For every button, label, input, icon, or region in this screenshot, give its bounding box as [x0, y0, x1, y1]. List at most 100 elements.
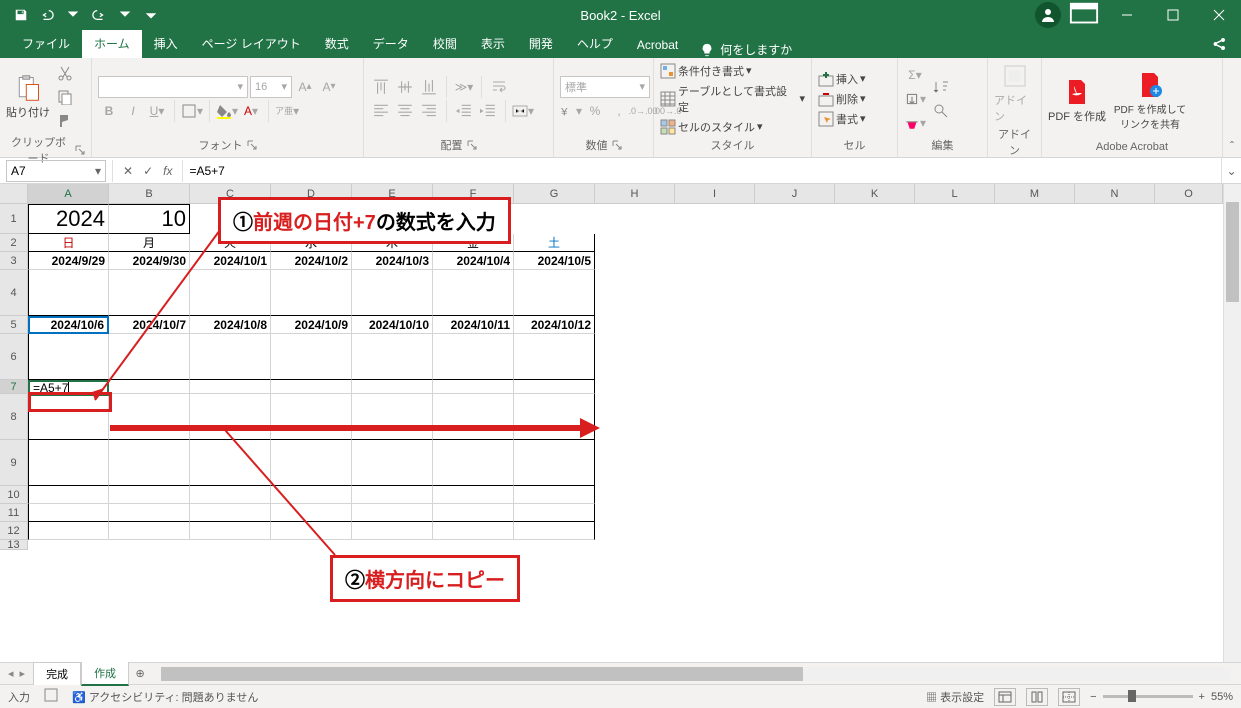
- merge-button[interactable]: ▾: [512, 100, 534, 122]
- increase-indent-button[interactable]: [477, 100, 499, 122]
- delete-cells-button[interactable]: 削除▾: [818, 91, 866, 107]
- undo-button[interactable]: [36, 4, 58, 26]
- autosum-button[interactable]: Σ▾: [904, 64, 926, 86]
- cell-e5[interactable]: 2024/10/10: [352, 316, 433, 334]
- col-header-a[interactable]: A: [28, 184, 109, 203]
- cell-e1[interactable]: [352, 204, 433, 234]
- cell-c6[interactable]: [190, 334, 271, 380]
- cell-g4[interactable]: [514, 270, 595, 316]
- col-header-b[interactable]: B: [109, 184, 190, 203]
- cells-area[interactable]: 2024 10 日 月 火 水 木 金 土 2024/9/29 2024/9/3…: [28, 204, 1223, 662]
- cell-e2[interactable]: 木: [352, 234, 433, 252]
- col-header-h[interactable]: H: [595, 184, 675, 203]
- cell-c8[interactable]: [190, 394, 271, 440]
- tab-view[interactable]: 表示: [469, 29, 517, 58]
- cell-a1[interactable]: 2024: [28, 204, 109, 234]
- cell-f5[interactable]: 2024/10/11: [433, 316, 514, 334]
- add-sheet-button[interactable]: ⊕: [129, 667, 151, 680]
- row-header-7[interactable]: 7: [0, 380, 27, 394]
- qat-customize[interactable]: [140, 4, 162, 26]
- cell-c5[interactable]: 2024/10/8: [190, 316, 271, 334]
- cell-c3[interactable]: 2024/10/1: [190, 252, 271, 270]
- cell-f3[interactable]: 2024/10/4: [433, 252, 514, 270]
- cell-e4[interactable]: [352, 270, 433, 316]
- cell-a3[interactable]: 2024/9/29: [28, 252, 109, 270]
- italic-button[interactable]: I: [122, 100, 144, 122]
- cell-f2[interactable]: 金: [433, 234, 514, 252]
- sheet-nav-first[interactable]: ◂: [8, 667, 14, 680]
- row-header-12[interactable]: 12: [0, 522, 27, 540]
- cell-a6[interactable]: [28, 334, 109, 380]
- col-header-g[interactable]: G: [514, 184, 595, 203]
- cell-a2[interactable]: 日: [28, 234, 109, 252]
- cell-g3[interactable]: 2024/10/5: [514, 252, 595, 270]
- col-header-i[interactable]: I: [675, 184, 755, 203]
- cell-f4[interactable]: [433, 270, 514, 316]
- row-header-4[interactable]: 4: [0, 270, 27, 316]
- col-header-d[interactable]: D: [271, 184, 352, 203]
- cell-g8[interactable]: [514, 394, 595, 440]
- col-header-e[interactable]: E: [352, 184, 433, 203]
- row-header-2[interactable]: 2: [0, 234, 27, 252]
- sheet-nav-last[interactable]: ▸: [20, 667, 26, 680]
- copy-button[interactable]: [54, 86, 76, 108]
- col-header-c[interactable]: C: [190, 184, 271, 203]
- cell-a4[interactable]: [28, 270, 109, 316]
- zoom-slider[interactable]: [1103, 695, 1193, 698]
- user-avatar[interactable]: [1035, 2, 1061, 28]
- tab-file[interactable]: ファイル: [10, 29, 82, 58]
- cell-d9[interactable]: [271, 440, 352, 486]
- tab-home[interactable]: ホーム: [82, 29, 142, 58]
- cell-d2[interactable]: 水: [271, 234, 352, 252]
- font-name-combo[interactable]: ▾: [98, 76, 248, 98]
- active-cell-editor[interactable]: =A5+7: [28, 380, 109, 396]
- row-header-11[interactable]: 11: [0, 504, 27, 522]
- redo-dropdown[interactable]: [114, 4, 136, 26]
- ribbon-display-options[interactable]: [1069, 4, 1099, 26]
- conditional-format-button[interactable]: 条件付き書式▾: [660, 63, 805, 79]
- row-header-13[interactable]: 13: [0, 540, 27, 550]
- cell-d8[interactable]: [271, 394, 352, 440]
- percent-button[interactable]: %: [584, 100, 606, 122]
- row-header-6[interactable]: 6: [0, 334, 27, 380]
- format-table-button[interactable]: テーブルとして書式設定▾: [660, 83, 805, 115]
- cell-f1[interactable]: [433, 204, 514, 234]
- increase-font-button[interactable]: A▴: [294, 76, 316, 98]
- col-header-n[interactable]: N: [1075, 184, 1155, 203]
- tab-page-layout[interactable]: ページ レイアウト: [190, 29, 313, 58]
- cell-d6[interactable]: [271, 334, 352, 380]
- cancel-formula-button[interactable]: ✕: [123, 164, 133, 178]
- addin-button[interactable]: アドイン: [994, 62, 1035, 124]
- font-color-button[interactable]: A▾: [240, 100, 262, 122]
- cut-button[interactable]: [54, 62, 76, 84]
- col-header-j[interactable]: J: [755, 184, 835, 203]
- zoom-out-button[interactable]: −: [1090, 691, 1096, 703]
- tab-insert[interactable]: 挿入: [142, 29, 190, 58]
- phonetic-button[interactable]: ア亜▾: [275, 100, 299, 122]
- cell-b5[interactable]: 2024/10/7: [109, 316, 190, 334]
- maximize-button[interactable]: [1151, 0, 1195, 30]
- clipboard-launcher[interactable]: [75, 145, 85, 155]
- minimize-button[interactable]: [1105, 0, 1149, 30]
- worksheet-grid[interactable]: A B C D E F G H I J K L M N O 1 2 3 4 5 …: [0, 184, 1241, 662]
- cell-a10[interactable]: [28, 486, 109, 504]
- tab-review[interactable]: 校閲: [421, 29, 469, 58]
- share-button[interactable]: [1197, 30, 1241, 58]
- bold-button[interactable]: B: [98, 100, 120, 122]
- cell-d3[interactable]: 2024/10/2: [271, 252, 352, 270]
- alignment-launcher[interactable]: [467, 140, 477, 150]
- paste-button[interactable]: 貼り付け: [6, 74, 50, 120]
- view-page-layout-button[interactable]: [1026, 688, 1048, 706]
- horizontal-scrollbar[interactable]: [161, 667, 1231, 681]
- row-header-1[interactable]: 1: [0, 204, 27, 234]
- status-accessibility[interactable]: ♿ アクセシビリティ: 問題ありません: [72, 689, 258, 705]
- format-cells-button[interactable]: 書式▾: [818, 111, 866, 127]
- col-header-l[interactable]: L: [915, 184, 995, 203]
- number-launcher[interactable]: [612, 140, 622, 150]
- cell-d1[interactable]: [271, 204, 352, 234]
- cell-b9[interactable]: [109, 440, 190, 486]
- expand-formula-bar[interactable]: ⌄: [1221, 158, 1241, 183]
- font-launcher[interactable]: [247, 140, 257, 150]
- cell-g6[interactable]: [514, 334, 595, 380]
- cell-e6[interactable]: [352, 334, 433, 380]
